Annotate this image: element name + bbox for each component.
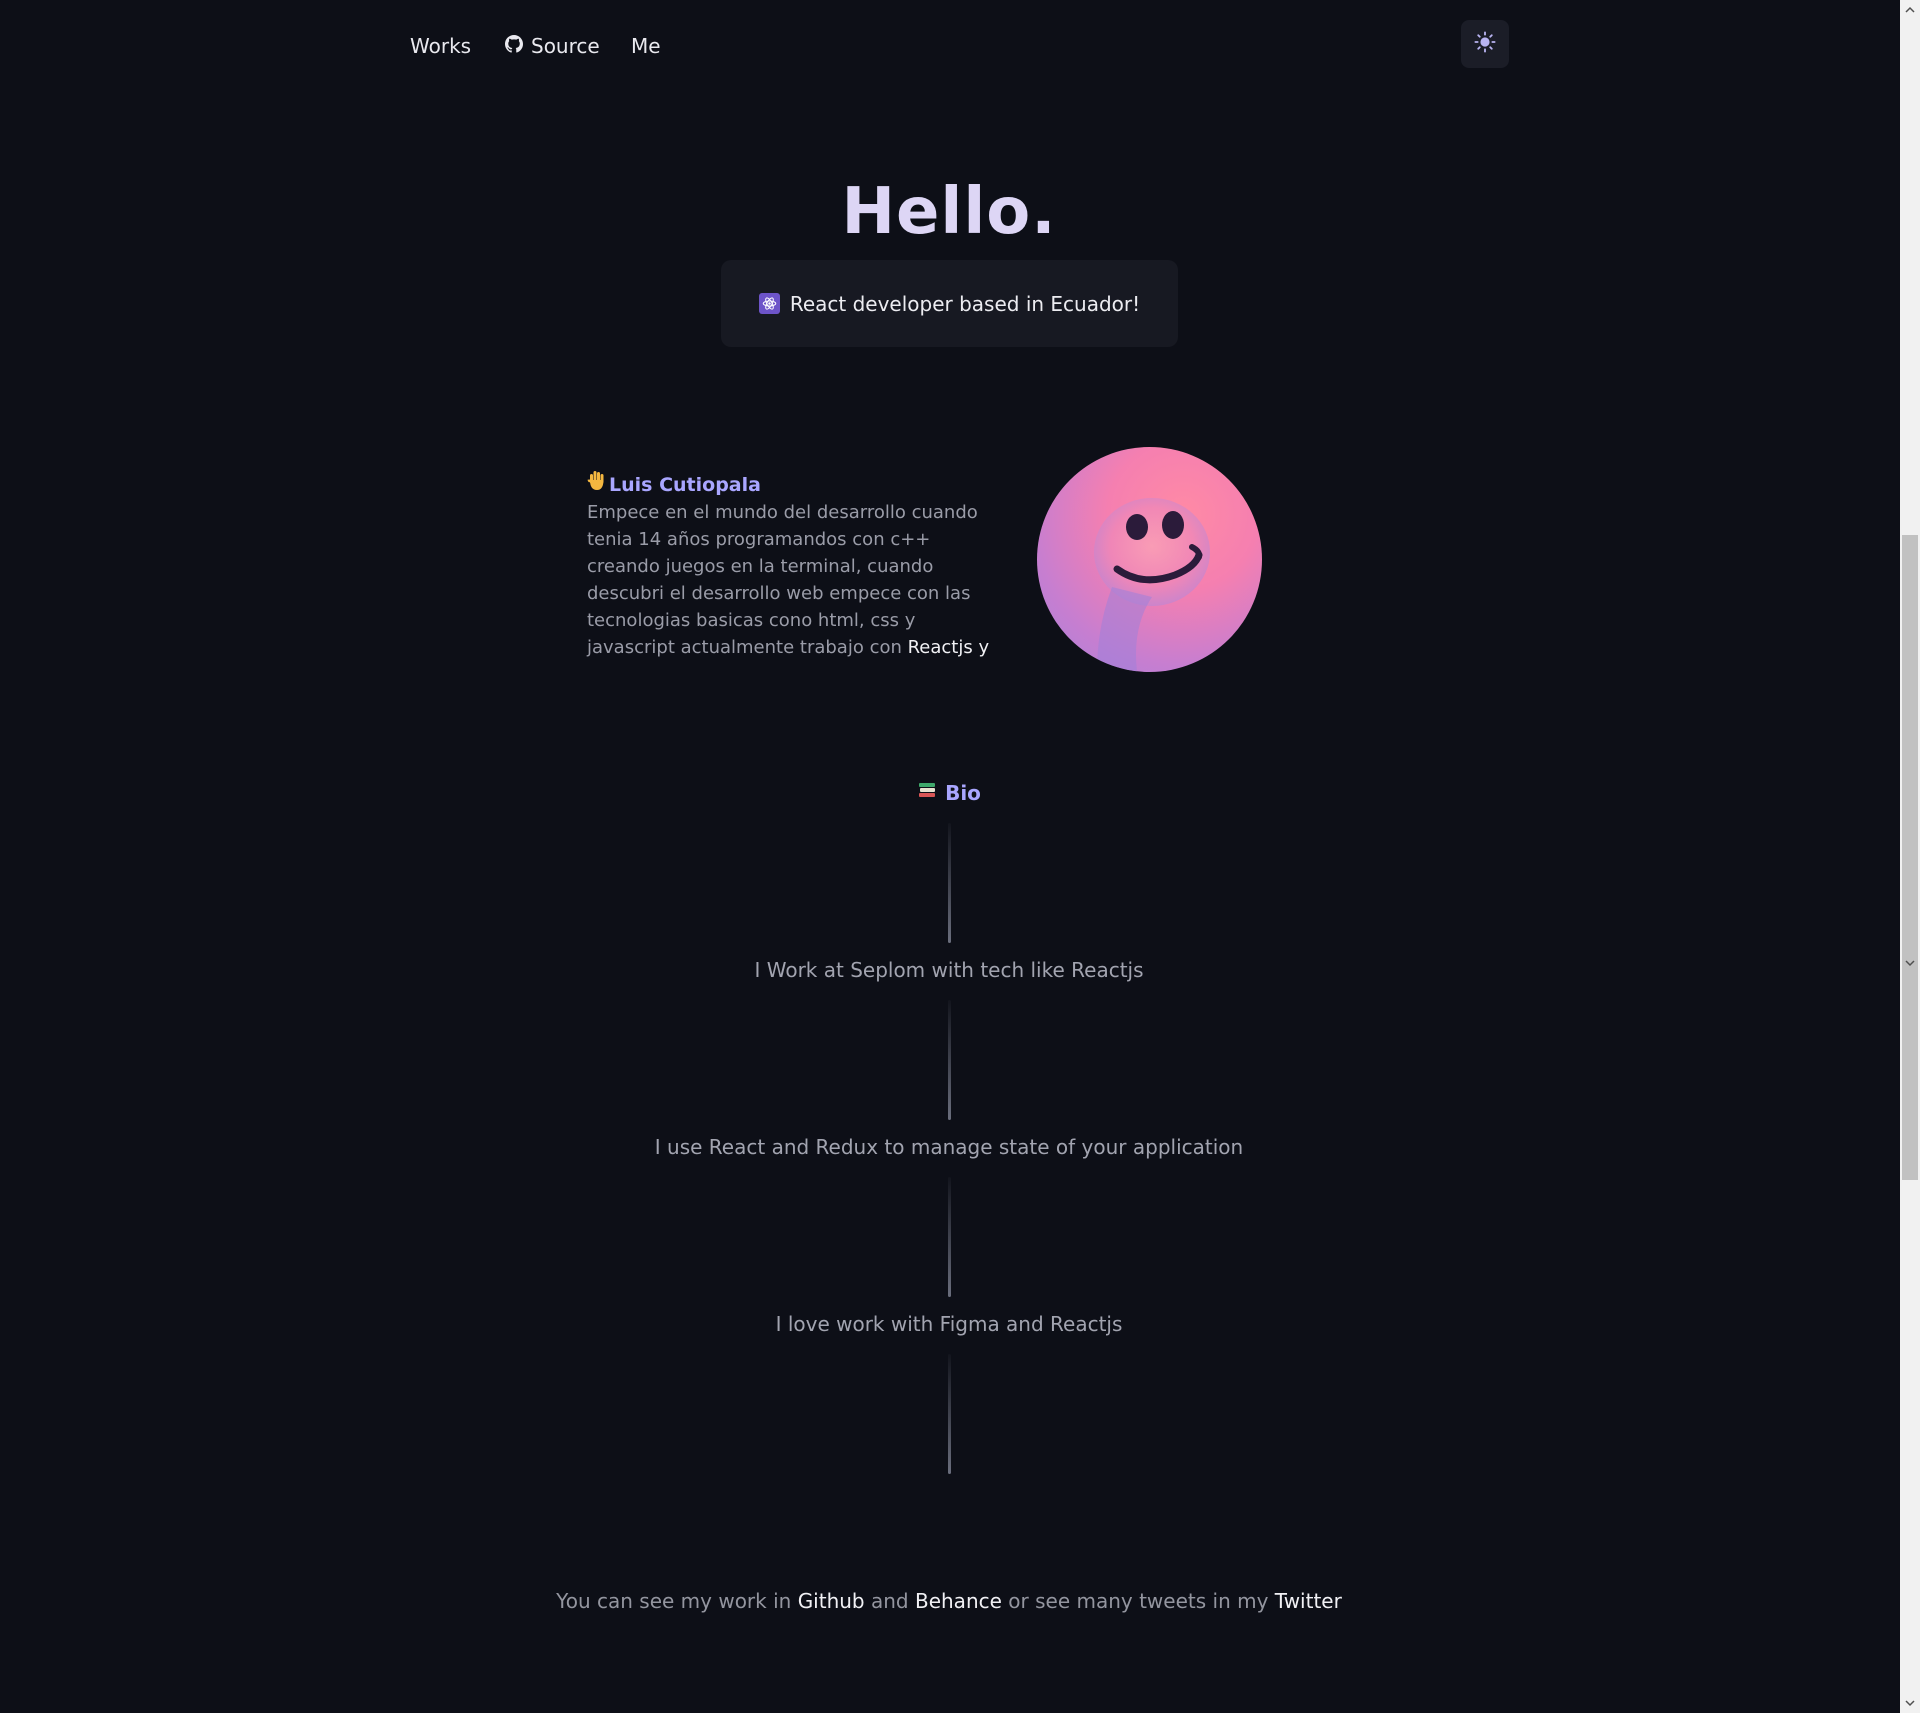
footer-middle: or see many tweets in my: [1001, 1589, 1275, 1613]
react-icon: [758, 293, 780, 314]
bio-item: I Work at Seplom with tech like Reactjs: [754, 958, 1144, 982]
github-link[interactable]: Github: [798, 1589, 865, 1613]
github-icon: [505, 34, 523, 58]
tagline-card: React developer based in Ecuador!: [721, 260, 1178, 347]
timeline-line: [948, 1177, 951, 1297]
bio-title: Bio: [945, 780, 981, 805]
top-nav: Works Source Me: [0, 0, 1900, 92]
behance-link[interactable]: Behance: [915, 1589, 1002, 1613]
bio-item: I love work with Figma and Reactjs: [775, 1312, 1123, 1336]
intro-highlight: Reactjs y: [907, 637, 990, 658]
books-icon: [917, 780, 937, 805]
twitter-link[interactable]: Twitter: [1275, 1589, 1342, 1613]
footer-prefix: You can see my work in: [556, 1589, 798, 1613]
theme-toggle-button[interactable]: [1461, 20, 1509, 68]
intro-section: Luis Cutiopala Empece en el mundo del de…: [587, 470, 992, 661]
scrollbar-thumb[interactable]: [1902, 535, 1918, 1180]
raised-hand-icon: [587, 470, 607, 499]
scroll-up-arrow-icon[interactable]: [1900, 0, 1920, 20]
bio-item: I use React and Redux to manage state of…: [654, 1135, 1244, 1159]
nav-me-link[interactable]: Me: [631, 34, 661, 58]
footer-and: and: [864, 1589, 915, 1613]
intro-body: Empece en el mundo del desarrollo cuando…: [587, 502, 978, 658]
intro-paragraph: Empece en el mundo del desarrollo cuando…: [587, 499, 992, 661]
vertical-scrollbar[interactable]: [1900, 0, 1920, 1713]
author-name: Luis Cutiopala: [609, 473, 761, 496]
avatar: [1037, 447, 1262, 672]
intro-heading: Luis Cutiopala: [587, 470, 992, 499]
bio-heading: Bio: [0, 780, 1898, 805]
footer-links: You can see my work in Github and Behanc…: [0, 1589, 1898, 1613]
nav-works-link[interactable]: Works: [410, 34, 471, 58]
timeline-line: [948, 1000, 951, 1120]
timeline-line: [948, 823, 951, 943]
chevron-down-icon: [1900, 953, 1920, 973]
sun-icon: [1474, 31, 1496, 57]
page-title: Hello.: [841, 175, 1057, 249]
nav-source-link[interactable]: Source: [505, 34, 600, 58]
nav-source-label: Source: [531, 34, 600, 58]
timeline-line: [948, 1354, 951, 1474]
scroll-down-arrow-icon[interactable]: [1900, 1693, 1920, 1713]
tagline-text: React developer based in Ecuador!: [789, 291, 1141, 316]
